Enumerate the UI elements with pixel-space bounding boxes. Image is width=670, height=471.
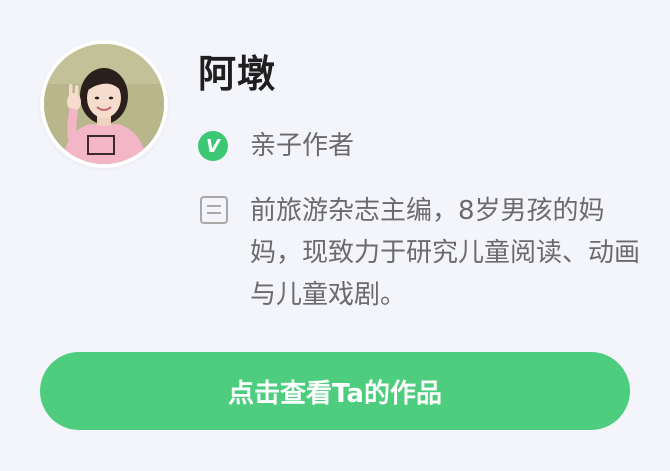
view-works-button[interactable]: 点击查看Ta的作品: [40, 352, 630, 430]
author-name: 阿墩: [198, 52, 277, 96]
avatar-photo: [44, 44, 164, 164]
author-card: 阿墩 V 亲子作者 前旅游杂志主编，8岁男孩的妈妈，现致力于研究儿童阅读、动画与…: [0, 0, 670, 471]
author-bio: 前旅游杂志主编，8岁男孩的妈妈，现致力于研究儿童阅读、动画与儿童戏剧。: [250, 196, 641, 310]
document-icon: [200, 196, 228, 224]
author-role: 亲子作者: [250, 131, 355, 161]
avatar[interactable]: [40, 40, 168, 168]
author-role-row: V 亲子作者: [198, 128, 354, 164]
verified-icon: V: [198, 131, 228, 161]
